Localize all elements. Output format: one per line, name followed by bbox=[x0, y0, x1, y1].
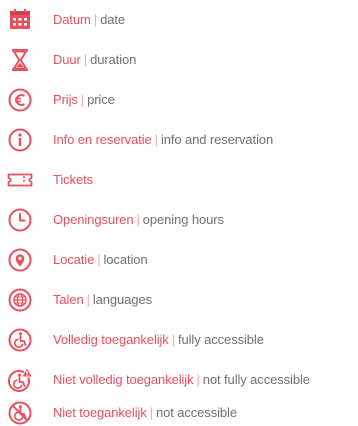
label-nl: Niet toegankelijk bbox=[53, 405, 147, 420]
label-en: location bbox=[103, 252, 148, 267]
info-icon bbox=[7, 127, 33, 153]
euro-icon bbox=[7, 87, 33, 113]
label-separator: | bbox=[93, 12, 98, 27]
label-nl: Info en reservatie bbox=[53, 132, 152, 147]
label-nl: Prijs bbox=[53, 92, 78, 107]
legend-item-text: Tickets bbox=[53, 172, 93, 188]
label-separator: | bbox=[136, 212, 140, 227]
label-en: opening hours bbox=[142, 212, 224, 227]
legend-item-text: Info en reservatie | info and reservation bbox=[53, 132, 273, 148]
label-separator: | bbox=[149, 405, 153, 420]
legend-item-opening-hours: Openingsuren | opening hours bbox=[7, 207, 224, 233]
label-separator: | bbox=[83, 52, 88, 67]
ticket-icon bbox=[7, 167, 33, 193]
label-en: info and reservation bbox=[160, 132, 274, 147]
wheelchair-icon bbox=[7, 327, 33, 353]
legend-item-fully-accessible: Volledig toegankelijk | fully accessible bbox=[7, 327, 264, 353]
legend-item-tickets: Tickets bbox=[7, 167, 93, 193]
clock-icon bbox=[7, 207, 33, 233]
label-nl: Openingsuren bbox=[53, 212, 134, 227]
legend-item-price: Prijs | price bbox=[7, 87, 115, 113]
legend-item-text: Duur | duration bbox=[53, 52, 136, 68]
label-nl: Talen bbox=[53, 292, 84, 307]
label-separator: | bbox=[97, 252, 101, 267]
legend-item-text: Talen | languages bbox=[53, 292, 152, 308]
label-nl: Locatie bbox=[53, 252, 95, 267]
label-separator: | bbox=[80, 92, 85, 107]
legend-item-duration: Duur | duration bbox=[7, 47, 136, 73]
legend-item-not-accessible: Niet toegankelijk | not accessible bbox=[7, 400, 237, 426]
label-en: date bbox=[100, 12, 125, 27]
label-nl: Duur bbox=[53, 52, 81, 67]
legend-item-text: Niet volledig toegankelijk | not fully acc… bbox=[53, 372, 310, 388]
legend-item-not-fully-accessible: Niet volledig toegankelijk | not fully acc… bbox=[7, 367, 310, 393]
legend-item-location: Locatie | location bbox=[7, 247, 148, 273]
label-en: duration bbox=[90, 52, 137, 67]
label-en: not fully accessible bbox=[202, 372, 310, 387]
label-nl: Datum bbox=[53, 12, 91, 27]
label-nl: Volledig toegankelijk bbox=[53, 332, 169, 347]
legend-item-text: Prijs | price bbox=[53, 92, 115, 108]
location-pin-icon bbox=[7, 247, 33, 273]
label-en: fully accessible bbox=[178, 332, 264, 347]
calendar-icon bbox=[7, 7, 33, 33]
label-nl: Tickets bbox=[53, 172, 93, 187]
hourglass-icon bbox=[7, 47, 33, 73]
label-separator: | bbox=[86, 292, 90, 307]
legend-item-info: Info en reservatie | info and reservation bbox=[7, 127, 273, 153]
label-separator: | bbox=[171, 332, 175, 347]
legend-item-text: Datum | date bbox=[53, 12, 125, 28]
legend-item-languages: Talen | languages bbox=[7, 287, 152, 313]
label-separator: | bbox=[196, 372, 200, 387]
legend-item-text: Locatie | location bbox=[53, 252, 148, 268]
wheelchair-warning-icon bbox=[7, 367, 33, 393]
label-en: not accessible bbox=[155, 405, 237, 420]
legend-item-text: Openingsuren | opening hours bbox=[53, 212, 224, 228]
legend-item-date: Datum | date bbox=[7, 7, 125, 33]
globe-icon bbox=[7, 287, 33, 313]
label-en: price bbox=[87, 92, 115, 107]
label-separator: | bbox=[154, 132, 158, 147]
legend-item-text: Volledig toegankelijk | fully accessible bbox=[53, 332, 264, 348]
label-en: languages bbox=[92, 292, 152, 307]
wheelchair-crossed-icon bbox=[7, 400, 33, 426]
label-nl: Niet volledig toegankelijk bbox=[53, 372, 194, 387]
